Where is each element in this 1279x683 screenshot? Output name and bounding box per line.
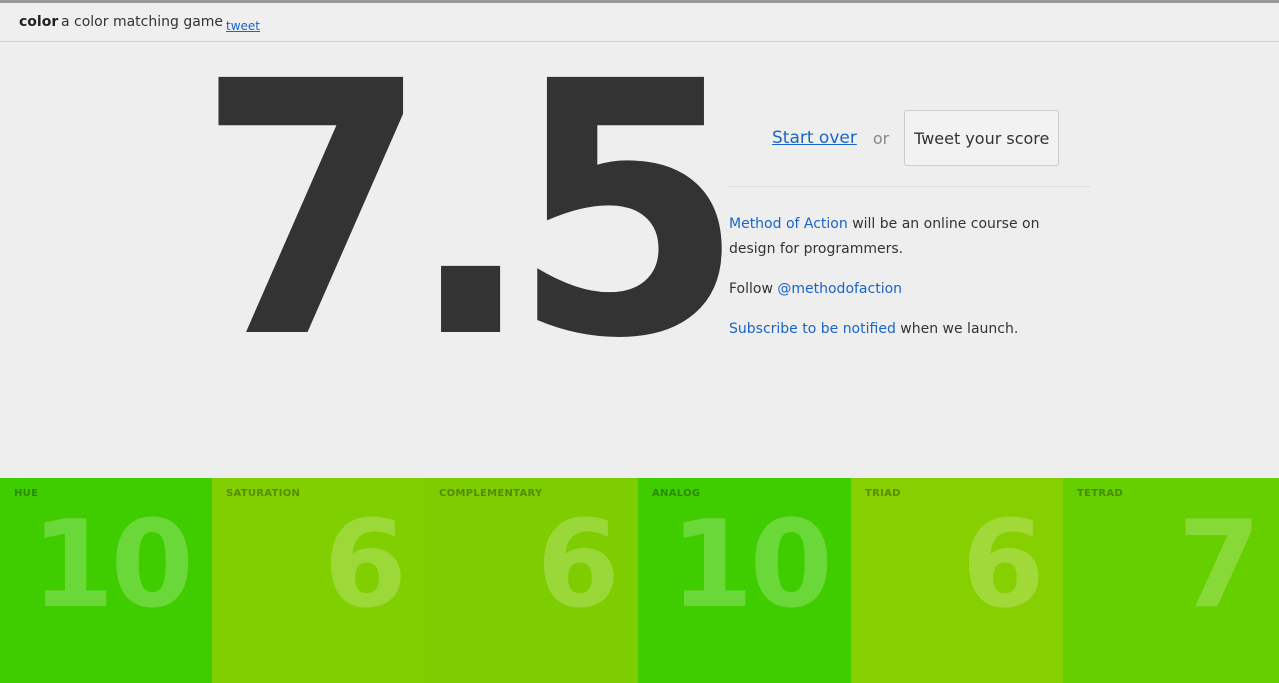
- tile-analog: ANALOG 10: [638, 478, 851, 683]
- brand-name: color: [19, 14, 59, 30]
- tile-label: COMPLEMENTARY: [439, 488, 543, 499]
- or-separator: or: [872, 128, 890, 148]
- tile-complementary: COMPLEMENTARY 6: [425, 478, 638, 683]
- tile-tetrad: TETRAD 7: [1063, 478, 1279, 683]
- subscribe-info: Subscribe to be notified when we launch.: [729, 317, 1069, 342]
- methodofaction-link[interactable]: @methodofaction: [777, 281, 902, 297]
- tile-label: SATURATION: [226, 488, 301, 499]
- follow-text: Follow: [729, 281, 778, 297]
- course-info: Method of Action will be an online cours…: [729, 212, 1069, 262]
- divider: [729, 186, 1090, 187]
- score-breakdown: HUE 10 SATURATION 6 COMPLEMENTARY 6 ANAL…: [0, 478, 1279, 683]
- follow-info: Follow @methodofaction: [729, 277, 1069, 302]
- final-score: 7.5: [196, 7, 745, 415]
- result-actions: Start over or Tweet your score: [772, 110, 1060, 166]
- method-of-action-link[interactable]: Method of Action: [729, 216, 848, 232]
- tile-value: 6: [323, 496, 407, 635]
- tile-value: 6: [536, 496, 620, 635]
- tile-saturation: SATURATION 6: [212, 478, 425, 683]
- subscribe-link[interactable]: Subscribe to be notified: [729, 321, 896, 337]
- tile-value: 7: [1177, 496, 1261, 635]
- tile-label: TRIAD: [865, 488, 901, 499]
- launch-text: when we launch.: [895, 321, 1019, 337]
- tile-label: TETRAD: [1077, 488, 1124, 499]
- tile-hue: HUE 10: [0, 478, 212, 683]
- tile-value: 10: [670, 496, 833, 635]
- start-over-link[interactable]: Start over: [772, 128, 857, 148]
- tile-value: 10: [31, 496, 194, 635]
- tweet-score-button[interactable]: Tweet your score: [904, 110, 1060, 166]
- tile-triad: TRIAD 6: [851, 478, 1063, 683]
- tile-value: 6: [961, 496, 1045, 635]
